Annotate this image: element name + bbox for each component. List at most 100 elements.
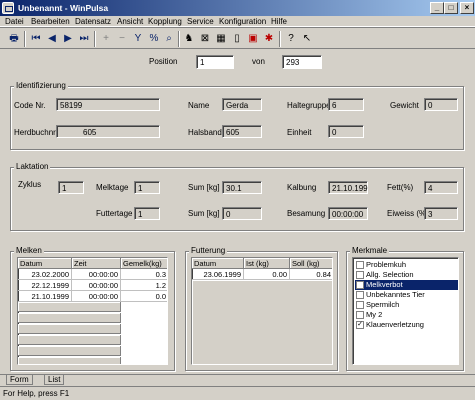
melken-title: Melken — [14, 246, 44, 255]
einheit-field: 0 — [328, 125, 364, 138]
menu-datensatz[interactable]: Datensatz — [75, 17, 111, 26]
status-bar: For Help, press F1 — [0, 386, 475, 400]
melken-table[interactable]: Datum Zeit Gemelk(kg) 23.02.2000 00:00:0… — [17, 257, 168, 365]
cow-icon[interactable]: ♞ — [181, 31, 197, 46]
add-icon[interactable]: + — [98, 31, 114, 46]
search-icon[interactable]: ⌕ — [161, 31, 177, 46]
menu-bar: Datei Bearbeiten Datensatz Ansicht Koppl… — [0, 16, 475, 27]
table-cell[interactable]: 0.84 — [290, 269, 332, 280]
merkmal-my-2[interactable]: My 2 — [355, 310, 458, 320]
filter-icon[interactable]: Y — [130, 31, 146, 46]
menu-konfiguration[interactable]: Konfiguration — [219, 17, 266, 26]
export-icon[interactable]: ✱ — [261, 31, 277, 46]
minimize-button[interactable]: _ — [430, 2, 444, 14]
checkbox[interactable] — [356, 271, 364, 279]
merkmal-problemkuh[interactable]: Problemkuh — [355, 260, 458, 270]
menu-datei[interactable]: Datei — [5, 17, 24, 26]
melken-header-datum[interactable]: Datum — [18, 258, 72, 269]
table-cell[interactable]: 0.00 — [244, 269, 290, 280]
position-input[interactable]: 1 — [196, 55, 234, 69]
table-cell[interactable]: 23.06.1999 — [192, 269, 244, 280]
print-icon[interactable]: 🖶 — [6, 31, 22, 46]
percent-icon[interactable]: % — [146, 31, 162, 46]
sum-futter-label: Sum [kg] — [188, 209, 220, 218]
last-record-icon[interactable]: ⏭ — [76, 31, 92, 46]
prev-record-icon[interactable]: ◀ — [44, 31, 60, 46]
merkmale-list[interactable]: Problemkuh Allg. Selection Melkverbot Un… — [352, 257, 459, 365]
merkmal-klauenverletzung[interactable]: ✓ Klauenverletzung — [355, 320, 458, 330]
von-label: von — [252, 57, 265, 66]
eiweiss-label: Eiweiss (%) — [387, 209, 429, 218]
tab-form[interactable]: Form — [6, 375, 33, 385]
identifizierung-group — [10, 86, 464, 150]
code-field: 58199 — [56, 98, 160, 111]
herdbuch-field: 605 — [56, 125, 160, 138]
table-cell[interactable]: 21.10.1999 — [18, 291, 72, 302]
checkbox[interactable] — [356, 261, 364, 269]
merkmal-unbekanntes-tier[interactable]: Unbekanntes Tier — [355, 290, 458, 300]
futterung-table[interactable]: Datum Ist (kg) Soll (kg) 23.06.1999 0.00… — [191, 257, 333, 365]
position-label: Position — [149, 57, 178, 66]
merkmal-spermilch[interactable]: Spermilch — [355, 300, 458, 310]
name-label: Name — [188, 101, 210, 110]
zyklus-field: 1 — [58, 181, 84, 194]
gewicht-field: 0 — [424, 98, 458, 111]
menu-kopplung[interactable]: Kopplung — [148, 17, 182, 26]
menu-ansicht[interactable]: Ansicht — [117, 17, 143, 26]
context-help-icon[interactable]: ↖ — [299, 31, 315, 46]
table-cell[interactable]: 00:00:00 — [72, 291, 121, 302]
futterung-header-datum[interactable]: Datum — [192, 258, 244, 269]
besamung-label: Besamung — [287, 209, 326, 218]
table-cell[interactable]: 0.3 — [121, 269, 167, 280]
table-cell[interactable]: 00:00:00 — [72, 280, 121, 291]
haltegruppe-label: Haltegruppe — [287, 101, 331, 110]
menu-hilfe[interactable]: Hilfe — [271, 17, 287, 26]
laktation-group — [10, 167, 464, 231]
first-record-icon[interactable]: ⏮ — [28, 31, 44, 46]
help-icon[interactable]: ? — [283, 31, 299, 46]
laktation-title: Laktation — [14, 162, 51, 171]
melken-header-zeit[interactable]: Zeit — [72, 258, 121, 269]
grid-icon[interactable]: ⊠ — [197, 31, 213, 46]
table-cell[interactable]: 23.02.2000 — [18, 269, 72, 280]
merkmale-title: Merkmale — [350, 246, 390, 255]
futtertage-label: Futtertage — [96, 209, 133, 218]
gewicht-label: Gewicht — [390, 101, 419, 110]
remove-icon[interactable]: − — [114, 31, 130, 46]
menu-service[interactable]: Service — [187, 17, 214, 26]
calculator-icon[interactable]: ▣ — [245, 31, 261, 46]
menu-bearbeiten[interactable]: Bearbeiten — [31, 17, 70, 26]
table-cell[interactable]: 0.0 — [121, 291, 167, 302]
table-icon[interactable]: ▦ — [213, 31, 229, 46]
futterung-header-soll[interactable]: Soll (kg) — [290, 258, 332, 269]
checkbox[interactable] — [356, 301, 364, 309]
table-cell[interactable]: 1.2 — [121, 280, 167, 291]
checkbox[interactable] — [356, 291, 364, 299]
melken-header-gemelk[interactable]: Gemelk(kg) — [121, 258, 167, 269]
fett-label: Fett(%) — [387, 183, 414, 192]
save-icon[interactable]: ▯ — [229, 31, 245, 46]
merkmal-allg-selection[interactable]: Allg. Selection — [355, 270, 458, 280]
maximize-button[interactable]: □ — [444, 2, 458, 14]
besamung-field: 00:00:00 — [328, 207, 368, 220]
melktage-field: 1 — [134, 181, 160, 194]
toolbar: 🖶 ⏮ ◀ ▶ ⏭ + − Y % ⌕ ♞ ⊠ ▦ ▯ ▣ ✱ ? ↖ — [0, 27, 475, 49]
checkbox[interactable] — [356, 281, 364, 289]
next-record-icon[interactable]: ▶ — [60, 31, 76, 46]
merkmal-melkverbot[interactable]: Melkverbot — [355, 280, 458, 290]
tab-list[interactable]: List — [44, 375, 65, 385]
status-text: For Help, press F1 — [3, 389, 70, 398]
haltegruppe-field: 6 — [328, 98, 364, 111]
checkbox[interactable]: ✓ — [356, 321, 364, 329]
sum-futter-field: 0 — [222, 207, 262, 220]
sum-melk-field: 30.1 — [222, 181, 262, 194]
halsband-field: 605 — [222, 125, 262, 138]
table-cell[interactable]: 22.12.1999 — [18, 280, 72, 291]
app-icon — [2, 2, 14, 14]
checkbox[interactable] — [356, 311, 364, 319]
futterung-header-ist[interactable]: Ist (kg) — [244, 258, 290, 269]
close-button[interactable]: × — [460, 2, 474, 14]
identifizierung-title: Identifizierung — [14, 81, 68, 90]
table-cell[interactable]: 00:00:00 — [72, 269, 121, 280]
kalbung-field: 21.10.199 — [328, 181, 368, 194]
